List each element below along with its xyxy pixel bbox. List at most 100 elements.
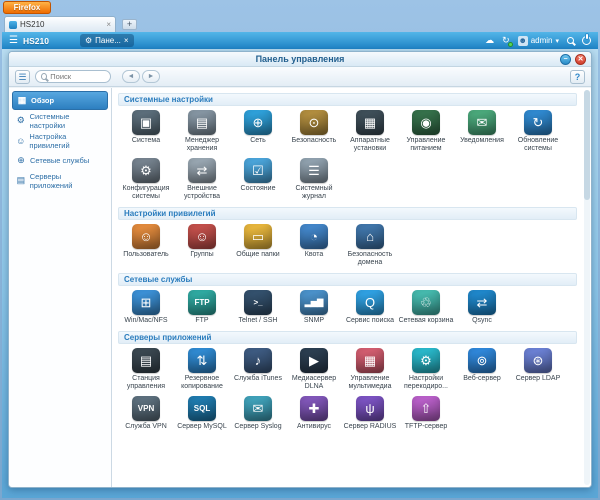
network-icon: ⊕ bbox=[244, 110, 272, 135]
minimize-button[interactable]: − bbox=[560, 54, 571, 65]
app-hardware[interactable]: ▦ Аппаратные установки bbox=[342, 110, 398, 153]
sidebar-item-1[interactable]: ⚙ Системные настройки bbox=[12, 111, 108, 130]
taskbar-app-control-panel[interactable]: ⚙ Пане... × bbox=[79, 34, 134, 47]
sidebar-item-3[interactable]: ⊕ Сетевые службы bbox=[12, 151, 108, 170]
search-box[interactable] bbox=[35, 70, 111, 83]
app-users[interactable]: ☺ Пользователь bbox=[118, 224, 174, 267]
scrollbar-thumb[interactable] bbox=[584, 90, 590, 200]
browser-tabbar: HS210 × + bbox=[0, 15, 600, 32]
taskbar-app-close-icon[interactable]: × bbox=[124, 36, 129, 45]
app-groups[interactable]: ☺ Группы bbox=[174, 224, 230, 267]
app-search-service[interactable]: Q Сервис поиска bbox=[342, 290, 398, 325]
user-menu[interactable]: ☻ admin ▾ bbox=[517, 35, 559, 46]
app-ldap[interactable]: ⊛ Сервер LDAP bbox=[510, 348, 566, 391]
qts-topbar: ☰ HS210 ⚙ Пане... × ☁ ↻ ☻ admin ▾ bbox=[2, 32, 598, 49]
section-title: Системные настройки bbox=[118, 93, 577, 106]
app-ftp[interactable]: FTP FTP bbox=[174, 290, 230, 325]
power-icon[interactable] bbox=[582, 34, 591, 45]
app-label: TFTP-сервер bbox=[404, 423, 448, 431]
app-label: Системный журнал bbox=[295, 185, 333, 201]
app-quota[interactable]: ◔ Квота bbox=[286, 224, 342, 267]
help-button[interactable]: ? bbox=[570, 69, 585, 84]
vertical-scrollbar[interactable] bbox=[584, 90, 590, 485]
app-label: Общие папки bbox=[236, 251, 280, 259]
tab-favicon bbox=[9, 20, 17, 29]
sidebar-item-0[interactable]: ▦ Обзор bbox=[12, 91, 108, 110]
sidebar-item-label: Системные настройки bbox=[29, 111, 70, 130]
app-power-management[interactable]: ◉ Управление питанием bbox=[398, 110, 454, 153]
app-label: Антивирус bbox=[296, 423, 331, 431]
app-system[interactable]: ▣ Система bbox=[118, 110, 174, 153]
app-system-logs[interactable]: ☰ Системный журнал bbox=[286, 158, 342, 201]
new-tab-button[interactable]: + bbox=[122, 19, 137, 30]
app-snmp[interactable]: ▂▅▇ SNMP bbox=[286, 290, 342, 325]
app-multimedia[interactable]: ▦ Управление мультимедиа bbox=[342, 348, 398, 391]
app-dlna[interactable]: ▶ Медиасервер DLNA bbox=[286, 348, 342, 391]
tab-close-icon[interactable]: × bbox=[106, 20, 111, 29]
app-antivirus[interactable]: ✚ Антивирус bbox=[286, 396, 342, 431]
qts-desktop: ☰ HS210 ⚙ Пане... × ☁ ↻ ☻ admin ▾ Панель… bbox=[2, 32, 598, 498]
control-panel-window: Панель управления − ✕ ☰ ◄ ► ? bbox=[8, 51, 592, 488]
app-label: Веб-сервер bbox=[463, 375, 501, 383]
global-search-icon[interactable] bbox=[567, 37, 574, 44]
sidebar-item-2[interactable]: ☺ Настройка привилегий bbox=[12, 131, 108, 150]
power-management-icon: ◉ bbox=[412, 110, 440, 135]
window-body: ▦ Обзор ⚙ Системные настройки ☺ Настройка при… bbox=[9, 88, 591, 487]
cloud-icon[interactable]: ☁ bbox=[485, 36, 494, 45]
app-mysql[interactable]: SQL Сервер MySQL bbox=[174, 396, 230, 431]
app-telnet-ssh[interactable]: >_ Telnet / SSH bbox=[230, 290, 286, 325]
app-label: Группы bbox=[190, 251, 214, 259]
win-mac-nfs-icon: ⊞ bbox=[132, 290, 160, 316]
app-security[interactable]: ⊙ Безопасность bbox=[286, 110, 342, 153]
firefox-menu-button[interactable]: Firefox bbox=[3, 1, 51, 14]
app-label: SNMP bbox=[303, 317, 325, 325]
app-grid: ▤ Станция управления ⇅ Резервное копировани… bbox=[118, 346, 577, 434]
app-grid: ☺ Пользователь ☺ Группы ▭ Общие папки ◔ Квота ⌂ Б… bbox=[118, 222, 577, 270]
app-label: Сервер MySQL bbox=[177, 423, 227, 431]
app-network-recycle-bin[interactable]: ♲ Сетевая корзина bbox=[398, 290, 454, 325]
close-button[interactable]: ✕ bbox=[575, 54, 586, 65]
nas-hostname: HS210 bbox=[22, 35, 49, 46]
app-backup[interactable]: ⇅ Резервное копирование bbox=[174, 348, 230, 391]
forward-button[interactable]: ► bbox=[142, 70, 160, 83]
app-notifications[interactable]: ✉ Уведомления bbox=[454, 110, 510, 153]
app-shared-folders[interactable]: ▭ Общие папки bbox=[230, 224, 286, 267]
ldap-icon: ⊛ bbox=[524, 348, 552, 374]
app-tftp[interactable]: ⇧ TFTP-сервер bbox=[398, 396, 454, 431]
section: Системные настройки ▣ Система ▤ Менеджер хра… bbox=[118, 93, 577, 204]
app-label: Сетевая корзина bbox=[398, 317, 454, 325]
back-button[interactable]: ◄ bbox=[122, 70, 140, 83]
app-vpn[interactable]: VPN Служба VPN bbox=[118, 396, 174, 431]
sidebar-item-4[interactable]: ▤ Серверы приложений bbox=[12, 171, 108, 190]
window-controls: − ✕ bbox=[560, 54, 586, 65]
search-input[interactable] bbox=[50, 72, 105, 81]
app-label: Сервис поиска bbox=[345, 317, 395, 325]
background-tasks-icon[interactable]: ↻ bbox=[502, 36, 513, 47]
multimedia-icon: ▦ bbox=[356, 348, 384, 374]
app-system-config[interactable]: ⚙ Конфигурация системы bbox=[118, 158, 174, 201]
main-menu-icon[interactable]: ☰ bbox=[9, 35, 18, 46]
app-domain-security[interactable]: ⌂ Безопасность домена bbox=[342, 224, 398, 267]
app-storage-manager[interactable]: ▤ Менеджер хранения bbox=[174, 110, 230, 153]
app-system-update[interactable]: ↻ Обновление системы bbox=[510, 110, 566, 153]
app-grid: ⊞ Win/Mac/NFS FTP FTP >_ Telnet / SSH ▂▅▇ SNMP Q… bbox=[118, 288, 577, 328]
sidebar-toggle-button[interactable]: ☰ bbox=[15, 69, 30, 84]
app-itunes[interactable]: ♪ Служба iTunes bbox=[230, 348, 286, 391]
sections-container: Системные настройки ▣ Система ▤ Менеджер хра… bbox=[118, 93, 577, 434]
app-system-status[interactable]: ☑ Состояние bbox=[230, 158, 286, 201]
app-label: Внешние устройства bbox=[183, 185, 221, 201]
app-label: Безопасность bbox=[291, 137, 337, 144]
browser-tab[interactable]: HS210 × bbox=[4, 16, 116, 32]
app-syslog[interactable]: ✉ Сервер Syslog bbox=[230, 396, 286, 431]
app-radius[interactable]: ψ Сервер RADIUS bbox=[342, 396, 398, 431]
app-win-mac-nfs[interactable]: ⊞ Win/Mac/NFS bbox=[118, 290, 174, 325]
app-qsync[interactable]: ⇄ Qsync bbox=[454, 290, 510, 325]
app-label: Безопасность домена bbox=[347, 251, 393, 267]
app-transcode[interactable]: ⚙ Настройки перекодиро... bbox=[398, 348, 454, 391]
app-label: Настройки перекодиро... bbox=[404, 375, 448, 391]
app-management-station[interactable]: ▤ Станция управления bbox=[118, 348, 174, 391]
app-network[interactable]: ⊕ Сеть bbox=[230, 110, 286, 153]
app-web-server[interactable]: ⊚ Веб-сервер bbox=[454, 348, 510, 391]
app-label: Конфигурация системы bbox=[122, 185, 170, 201]
app-external-device[interactable]: ⇄ Внешние устройства bbox=[174, 158, 230, 201]
